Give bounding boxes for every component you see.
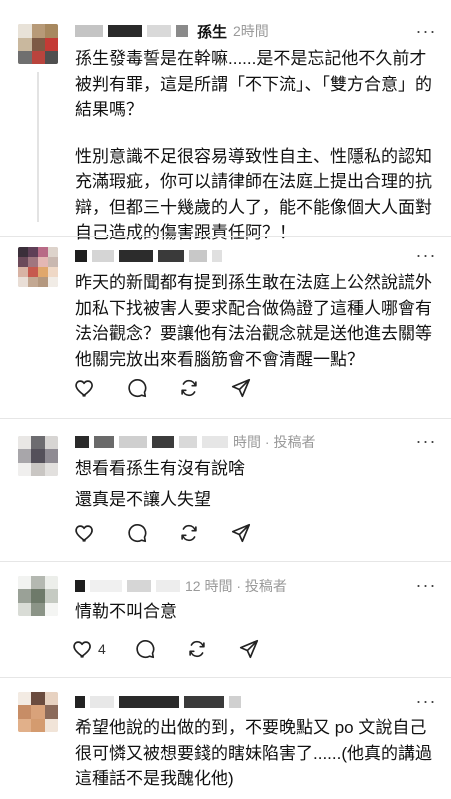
post-meta: 時間 · 投稿者 <box>233 434 316 450</box>
avatar[interactable] <box>18 24 58 64</box>
redacted-username <box>75 25 103 37</box>
redacted-username <box>179 436 197 448</box>
divider <box>0 418 451 419</box>
redacted-username <box>212 250 222 262</box>
repost-icon <box>181 379 197 397</box>
repost-icon <box>189 640 205 658</box>
repost-button[interactable] <box>176 375 202 401</box>
comment-icon <box>128 378 147 398</box>
redacted-username <box>75 580 85 592</box>
more-button[interactable]: ··· <box>415 244 437 265</box>
more-button[interactable]: ··· <box>415 690 437 711</box>
post-text: 想看看孫生有沒有說啥 還真是不讓人失望 <box>75 456 440 512</box>
post-meta: 12 時間 · 投稿者 <box>185 578 287 594</box>
paragraph: 孫生發毒誓是在幹嘛......是不是忘記他不久前才被判有罪，這是所謂「不下流」、… <box>75 49 432 119</box>
share-button[interactable] <box>228 520 254 546</box>
redacted-username <box>156 580 180 592</box>
share-icon <box>231 378 251 398</box>
post-text: 孫生發毒誓是在幹嘛......是不是忘記他不久前才被判有罪，這是所謂「不下流」、… <box>75 46 440 246</box>
redacted-username <box>94 436 114 448</box>
like-count: 4 <box>98 641 106 657</box>
redacted-username <box>108 25 142 37</box>
comment-button[interactable] <box>124 375 150 401</box>
more-icon: ··· <box>415 20 437 41</box>
redacted-username <box>158 250 184 262</box>
redacted-username <box>229 696 241 708</box>
redacted-username <box>75 250 87 262</box>
repost-icon <box>181 524 197 542</box>
paragraph: 想看看孫生有沒有說啥 <box>75 459 245 478</box>
heart-icon <box>73 641 91 658</box>
comment-button[interactable] <box>132 636 158 662</box>
paragraph: 性別意識不足很容易導致性自主、性隱私的認知充滿瑕疵，你可以請律師在法庭上提出合理… <box>75 146 432 243</box>
share-icon <box>239 639 258 659</box>
comment-icon <box>128 523 147 543</box>
post-header: 時間 · 投稿者 <box>75 432 315 452</box>
divider <box>0 677 451 678</box>
avatar[interactable] <box>18 247 58 287</box>
avatar[interactable] <box>18 436 58 476</box>
more-icon: ··· <box>415 690 437 711</box>
divider <box>0 561 451 562</box>
post-time: 2時間 <box>233 23 269 39</box>
comment-button[interactable] <box>124 520 150 546</box>
repost-button[interactable] <box>176 520 202 546</box>
post-actions <box>72 375 280 401</box>
share-icon <box>231 523 251 543</box>
redacted-username <box>75 436 89 448</box>
divider <box>0 236 451 237</box>
more-button[interactable]: ··· <box>415 20 437 41</box>
redacted-username <box>119 250 153 262</box>
comment-icon <box>136 639 155 659</box>
paragraph: 希望他說的出做的到，不要晚點又 po 文說自己很可憐又被想要錢的瞎妹陷害了...… <box>75 718 432 788</box>
redacted-username <box>202 436 228 448</box>
like-button[interactable] <box>72 520 98 546</box>
paragraph: 情勒不叫合意 <box>75 602 177 621</box>
paragraph: 還真是不讓人失望 <box>75 489 211 509</box>
more-button[interactable]: ··· <box>415 430 437 451</box>
avatar[interactable] <box>18 692 58 732</box>
post-header: 12 時間 · 投稿者 <box>75 576 287 596</box>
like-button[interactable] <box>72 375 98 401</box>
share-button[interactable] <box>228 375 254 401</box>
post-text: 希望他說的出做的到，不要晚點又 po 文說自己很可憐又被想要錢的瞎妹陷害了...… <box>75 715 440 792</box>
redacted-username <box>127 580 151 592</box>
post-header: 孫生 2時間 <box>75 21 269 41</box>
heart-icon <box>75 525 93 542</box>
paragraph: 昨天的新聞都有提到孫生敢在法庭上公然說謊外加私下找被害人要求配合做偽證了這種人哪… <box>75 273 432 369</box>
redacted-username <box>152 436 174 448</box>
redacted-username <box>92 250 114 262</box>
redacted-username <box>90 580 122 592</box>
heart-icon <box>75 380 93 397</box>
thread-line <box>37 72 39 222</box>
share-button[interactable] <box>236 636 262 662</box>
post-actions <box>72 520 280 546</box>
redacted-username <box>119 436 147 448</box>
more-icon: ··· <box>415 574 437 595</box>
more-icon: ··· <box>415 430 437 451</box>
post-text: 情勒不叫合意 <box>75 599 440 625</box>
post-text: 昨天的新聞都有提到孫生敢在法庭上公然說謊外加私下找被害人要求配合做偽證了這種人哪… <box>75 270 440 372</box>
redacted-username <box>184 696 224 708</box>
like-button[interactable]: 4 <box>72 636 106 662</box>
post-actions: 4 <box>72 636 288 662</box>
post-header <box>75 246 227 266</box>
redacted-username <box>75 696 85 708</box>
redacted-username <box>189 250 207 262</box>
repost-button[interactable] <box>184 636 210 662</box>
username[interactable]: 孫生 <box>197 21 227 42</box>
more-button[interactable]: ··· <box>415 574 437 595</box>
more-icon: ··· <box>415 244 437 265</box>
redacted-username <box>119 696 179 708</box>
avatar[interactable] <box>18 576 58 616</box>
redacted-username <box>147 25 171 37</box>
post-header <box>75 692 246 712</box>
redacted-username <box>176 25 188 37</box>
redacted-username <box>90 696 114 708</box>
